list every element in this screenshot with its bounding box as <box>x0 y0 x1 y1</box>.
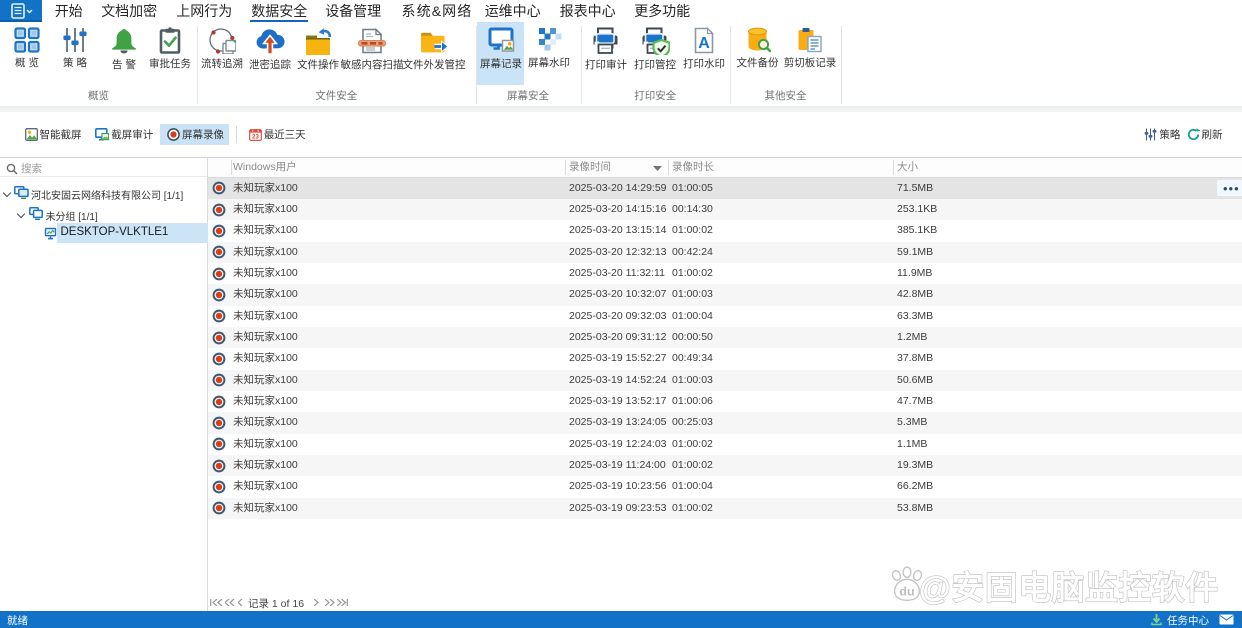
svg-text:A: A <box>698 35 710 52</box>
svg-text:du: du <box>899 585 914 599</box>
svg-text:23: 23 <box>252 134 259 140</box>
svg-text:@安固电脑监控软件: @安固电脑监控软件 <box>919 570 1219 606</box>
